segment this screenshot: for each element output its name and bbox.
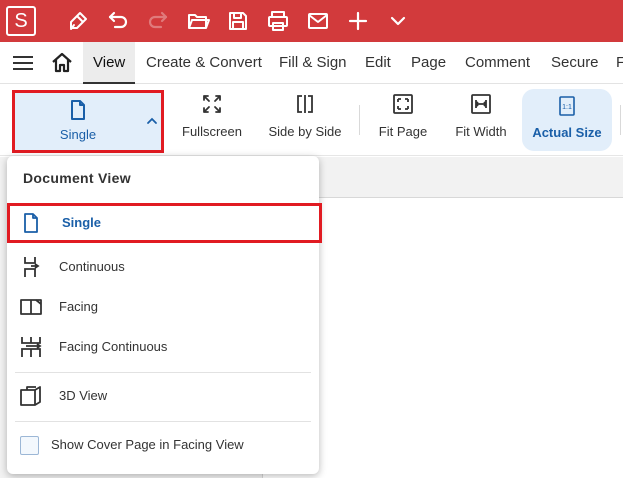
menu-item-single[interactable]: Single — [7, 203, 322, 243]
actual-size-label: Actual Size — [532, 125, 602, 140]
menu-item-3d-view[interactable]: 3D View — [7, 376, 319, 416]
cover-page-checkbox[interactable] — [20, 436, 39, 455]
dropdown-header: Document View — [23, 170, 131, 186]
single-page-icon — [67, 99, 89, 121]
menu-item-label: Single — [62, 215, 102, 230]
facing-continuous-icon — [19, 335, 43, 359]
title-bar: S — [0, 0, 623, 42]
tab-view[interactable]: View — [83, 42, 136, 84]
view-ribbon: Single Fullscreen Side by Side Fit Page … — [0, 85, 623, 156]
3d-view-icon — [19, 384, 43, 408]
menu-item-continuous[interactable]: Continuous — [7, 247, 319, 287]
side-by-side-icon — [294, 93, 316, 115]
svg-text:1:1: 1:1 — [562, 104, 572, 111]
menu-item-label: Facing Continuous — [59, 339, 168, 354]
ribbon-divider — [359, 105, 360, 135]
single-view-button[interactable]: Single — [12, 90, 164, 153]
redo-icon — [146, 9, 170, 33]
menu-bar: View Create & Convert Fill & Sign Edit P… — [0, 42, 623, 84]
fullscreen-icon — [201, 93, 223, 115]
fit-page-label: Fit Page — [378, 124, 428, 139]
dropdown-divider — [15, 421, 311, 422]
document-view-dropdown: Document View Single Continuous Facing F… — [7, 156, 322, 474]
menu-item-label: Facing — [59, 299, 99, 314]
plus-icon[interactable] — [346, 9, 370, 33]
tab-comment[interactable]: Comment — [465, 42, 530, 84]
tab-overflow[interactable]: F — [616, 42, 623, 84]
continuous-icon — [19, 255, 43, 279]
fit-width-label: Fit Width — [455, 124, 507, 139]
fit-page-button[interactable]: Fit Page — [372, 85, 434, 156]
facing-icon — [19, 295, 43, 319]
home-icon[interactable] — [50, 51, 74, 75]
actual-size-button[interactable]: 1:1 Actual Size — [522, 89, 612, 151]
tab-page[interactable]: Page — [411, 42, 446, 84]
dropdown-divider — [15, 372, 311, 373]
save-icon[interactable] — [226, 9, 250, 33]
menu-item-facing-continuous[interactable]: Facing Continuous — [7, 327, 319, 367]
side-by-side-label: Side by Side — [268, 124, 342, 139]
tab-create-convert[interactable]: Create & Convert — [146, 42, 262, 84]
side-by-side-button[interactable]: Side by Side — [266, 85, 344, 156]
mail-icon[interactable] — [306, 9, 330, 33]
menu-item-facing[interactable]: Facing — [7, 287, 319, 327]
menu-item-label: Continuous — [59, 259, 125, 274]
tab-fill-sign[interactable]: Fill & Sign — [279, 42, 347, 84]
cover-page-option[interactable]: Show Cover Page in Facing View — [7, 428, 319, 464]
actual-size-icon: 1:1 — [556, 95, 578, 117]
fit-width-button[interactable]: Fit Width — [450, 85, 512, 156]
fit-width-icon — [470, 93, 492, 115]
fullscreen-label: Fullscreen — [182, 124, 242, 139]
cover-page-label: Show Cover Page in Facing View — [51, 437, 244, 452]
single-page-icon — [19, 211, 43, 235]
fullscreen-button[interactable]: Fullscreen — [176, 85, 248, 156]
tab-edit[interactable]: Edit — [365, 42, 391, 84]
hamburger-menu-icon[interactable] — [12, 53, 34, 73]
ribbon-divider — [620, 105, 621, 135]
tab-secure[interactable]: Secure — [551, 42, 599, 84]
open-folder-icon[interactable] — [186, 9, 210, 33]
menu-item-label: 3D View — [59, 388, 108, 403]
chevron-up-icon[interactable] — [145, 114, 159, 128]
single-view-label: Single — [59, 127, 97, 142]
undo-icon[interactable] — [106, 9, 130, 33]
chevron-down-icon[interactable] — [386, 9, 410, 33]
print-icon[interactable] — [266, 9, 290, 33]
pen-icon[interactable] — [66, 9, 90, 33]
fit-page-icon — [392, 93, 414, 115]
app-logo: S — [6, 6, 36, 36]
